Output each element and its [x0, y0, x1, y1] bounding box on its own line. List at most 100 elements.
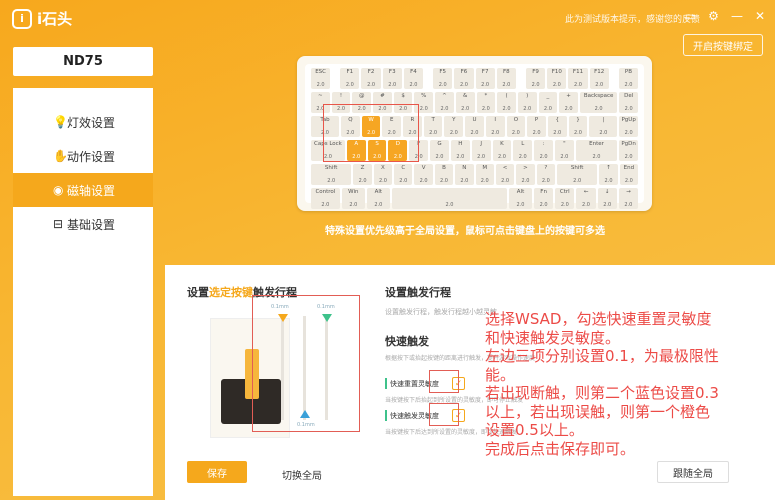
sidebar-item-0[interactable]: 💡 灯效设置 [13, 105, 153, 139]
key[interactable]: Q 2.0 [341, 116, 360, 137]
key[interactable]: S 2.0 [367, 140, 387, 161]
slider-track-actuation[interactable] [281, 316, 284, 420]
key[interactable]: F10 2.0 [547, 68, 567, 89]
monitor-icon[interactable]: ▭ [685, 9, 696, 23]
key[interactable]: Z 2.0 [353, 164, 372, 185]
close-icon[interactable]: ✕ [755, 9, 765, 23]
key[interactable]: Shift 2.0 [311, 164, 352, 185]
key[interactable]: ← 2.0 [576, 188, 596, 209]
key[interactable]: 2.0 [391, 188, 507, 209]
key[interactable]: +2.0 [559, 92, 578, 113]
sidebar-item-3[interactable]: ⊟ 基础设置 [13, 207, 153, 241]
key[interactable]: } 2.0 [568, 116, 588, 137]
key[interactable]: → 2.0 [618, 188, 638, 209]
key[interactable]: Tab 2.0 [311, 116, 340, 137]
key[interactable]: M 2.0 [475, 164, 494, 185]
key[interactable]: I 2.0 [485, 116, 505, 137]
key[interactable]: N 2.0 [455, 164, 474, 185]
key[interactable]: P 2.0 [527, 116, 546, 137]
key[interactable]: C 2.0 [394, 164, 413, 185]
key[interactable]: Enter 2.0 [575, 140, 618, 161]
key[interactable]: W 2.0 [361, 116, 381, 137]
key[interactable]: Fn 2.0 [534, 188, 554, 209]
key[interactable]: ↑ 2.0 [599, 164, 618, 185]
slider-track-trigger[interactable] [325, 316, 328, 420]
key[interactable]: * 2.0 [476, 92, 496, 113]
key[interactable]: B 2.0 [434, 164, 454, 185]
key[interactable]: G 2.0 [430, 140, 449, 161]
save-button[interactable]: 保存 [187, 461, 247, 483]
key[interactable]: F8 2.0 [496, 68, 516, 89]
key[interactable]: F2 2.0 [361, 68, 381, 89]
key[interactable]: PgDn 2.0 [619, 140, 638, 161]
key-bind-button[interactable]: 开启按键绑定 [683, 34, 763, 56]
key[interactable]: F 2.0 [409, 140, 429, 161]
key[interactable]: H 2.0 [450, 140, 470, 161]
key[interactable]: T 2.0 [423, 116, 443, 137]
slider-track-reset[interactable] [303, 316, 306, 420]
key[interactable]: F5 2.0 [433, 68, 453, 89]
key[interactable]: #2.0 [373, 92, 392, 113]
key[interactable]: " 2.0 [554, 140, 574, 161]
key[interactable]: Y 2.0 [444, 116, 464, 137]
gear-icon[interactable]: ⚙ [708, 9, 719, 23]
key[interactable]: Ctrl 2.0 [555, 188, 575, 209]
key[interactable]: U 2.0 [465, 116, 484, 137]
key[interactable]: ) 2.0 [517, 92, 537, 113]
key[interactable]: X 2.0 [373, 164, 393, 185]
key[interactable]: R 2.0 [403, 116, 422, 137]
orange-slider-handle[interactable] [278, 314, 288, 322]
key[interactable]: <2.0 [495, 164, 515, 185]
key[interactable]: @2.0 [352, 92, 372, 113]
follow-global-button[interactable]: 跟随全局 [657, 461, 729, 483]
key[interactable]: End 2.0 [619, 164, 639, 185]
key[interactable]: Caps Lock 2.0 [311, 140, 345, 161]
key[interactable]: F9 2.0 [525, 68, 546, 89]
key[interactable]: ! 2.0 [331, 92, 351, 113]
key[interactable]: ~2.0 [311, 92, 330, 113]
minimize-icon[interactable]: — [731, 9, 743, 23]
key[interactable]: V 2.0 [414, 164, 433, 185]
key[interactable]: PB 2.0 [618, 68, 639, 89]
sidebar-item-2[interactable]: ◉ 磁轴设置 [13, 173, 153, 207]
key[interactable]: F12 2.0 [589, 68, 609, 89]
key[interactable]: Control 2.0 [311, 188, 340, 209]
key[interactable]: ESC 2.0 [311, 68, 331, 89]
key[interactable]: Alt 2.0 [366, 188, 390, 209]
green-slider-handle[interactable] [322, 314, 332, 322]
sidebar-item-1[interactable]: ✋ 动作设置 [13, 139, 153, 173]
key[interactable]: & 2.0 [455, 92, 475, 113]
key[interactable]: F1 2.0 [340, 68, 360, 89]
key[interactable]: F7 2.0 [475, 68, 495, 89]
key[interactable]: : 2.0 [534, 140, 553, 161]
switch-global-button[interactable]: 切换全局 [282, 467, 322, 482]
key[interactable]: J 2.0 [471, 140, 491, 161]
key[interactable]: F6 2.0 [454, 68, 474, 89]
key[interactable]: PgUp 2.0 [619, 116, 638, 137]
key[interactable]: Backspace 2.0 [579, 92, 618, 113]
key[interactable]: F11 2.0 [568, 68, 588, 89]
key[interactable]: _ 2.0 [538, 92, 558, 113]
key[interactable]: {2.0 [547, 116, 567, 137]
key[interactable]: % 2.0 [414, 92, 434, 113]
key[interactable]: Del 2.0 [619, 92, 638, 113]
key[interactable]: D 2.0 [388, 140, 408, 161]
key[interactable]: L 2.0 [513, 140, 533, 161]
key[interactable]: ^ 2.0 [435, 92, 454, 113]
key[interactable]: >2.0 [516, 164, 535, 185]
key[interactable]: ↓ 2.0 [597, 188, 617, 209]
key[interactable]: F4 2.0 [403, 68, 424, 89]
key[interactable]: A 2.0 [346, 140, 366, 161]
blue-slider-handle[interactable] [300, 410, 310, 418]
key[interactable]: | 2.0 [589, 116, 618, 137]
key[interactable]: K 2.0 [492, 140, 512, 161]
key[interactable]: O 2.0 [506, 116, 526, 137]
key[interactable]: Shift 2.0 [556, 164, 598, 185]
key[interactable]: Alt 2.0 [509, 188, 533, 209]
key[interactable]: (2.0 [497, 92, 516, 113]
key[interactable]: $2.0 [393, 92, 413, 113]
key[interactable]: Win 2.0 [341, 188, 365, 209]
key[interactable]: ? 2.0 [536, 164, 555, 185]
key[interactable]: E 2.0 [382, 116, 402, 137]
key[interactable]: F3 2.0 [382, 68, 402, 89]
